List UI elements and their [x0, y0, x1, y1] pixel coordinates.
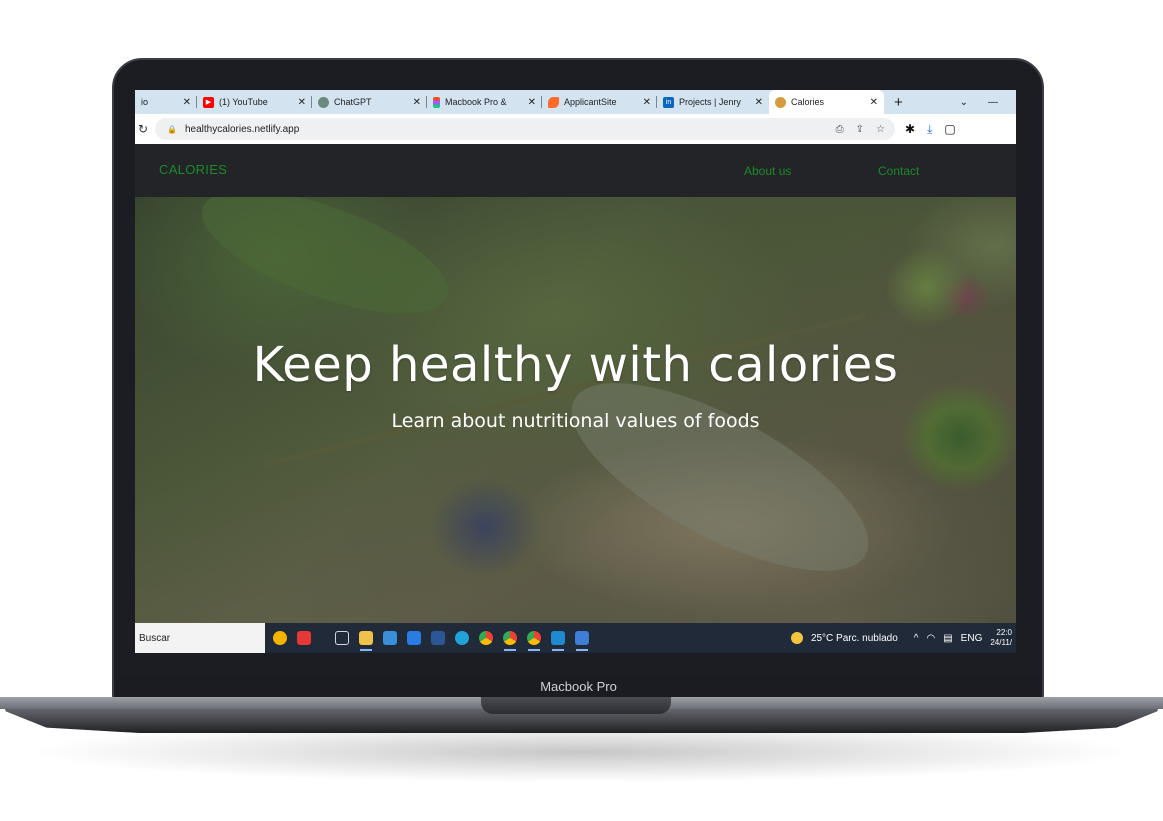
hero-section: Keep healthy with calories Learn about n… [135, 197, 1016, 623]
chrome-icon[interactable] [503, 631, 517, 651]
word-icon[interactable] [431, 631, 445, 645]
tab-youtube[interactable]: ▶ (1) YouTube ✕ [197, 90, 312, 114]
omnibox-actions: ⎙ ⇪ ☆ [836, 124, 895, 135]
tab-linkedin[interactable]: in Projects | Jenry ✕ [657, 90, 769, 114]
tab-title: Projects | Jenry [679, 97, 741, 107]
hero-subtitle: Learn about nutritional values of foods [391, 410, 760, 432]
device-label: Macbook Pro [540, 679, 617, 694]
linkedin-icon: in [663, 96, 674, 108]
share-icon[interactable]: ⇪ [856, 124, 864, 135]
browser-tab-bar: io ✕ ▶ (1) YouTube ✕ ChatGPT ✕ Macbook P… [135, 90, 1016, 114]
task-view-icon[interactable] [335, 631, 349, 645]
chrome-canary-icon[interactable] [479, 631, 493, 645]
laptop-screen: io ✕ ▶ (1) YouTube ✕ ChatGPT ✕ Macbook P… [135, 90, 1016, 653]
tab-title: Calories [791, 97, 825, 107]
hero-background-image [187, 197, 463, 339]
chrome-active-icon[interactable] [527, 631, 541, 651]
vscode-icon[interactable] [551, 631, 565, 651]
tab-figma[interactable]: Macbook Pro & ✕ [427, 90, 542, 114]
chatgpt-icon [318, 96, 329, 108]
tab-chatgpt[interactable]: ChatGPT ✕ [312, 90, 427, 114]
tab-io[interactable]: io ✕ [135, 90, 197, 114]
new-tab-icon[interactable]: + [894, 94, 903, 111]
tab-title: Macbook Pro & [445, 97, 507, 107]
tab-title: io [141, 97, 149, 107]
tab-calories[interactable]: Calories ✕ [769, 90, 884, 114]
window-controls: ⌄ — [960, 97, 1016, 108]
chevron-up-icon[interactable]: ^ [914, 633, 919, 644]
photos-icon[interactable] [575, 631, 589, 651]
figma-icon [433, 96, 440, 108]
calories-icon [775, 96, 786, 108]
notifications-icon[interactable]: ▤ [943, 633, 952, 644]
close-icon[interactable]: ✕ [643, 97, 651, 108]
side-panel-icon[interactable]: ▢ [944, 122, 955, 137]
file-explorer-icon[interactable] [359, 631, 373, 651]
site-navbar: CALORIES About us Contact [135, 144, 1016, 197]
chevron-down-icon[interactable]: ⌄ [960, 97, 968, 108]
close-icon[interactable]: ✕ [755, 97, 763, 108]
wifi-icon[interactable]: ◠ [926, 633, 935, 644]
weather-text[interactable]: 25°C Parc. nublado [811, 633, 898, 644]
store-icon[interactable] [383, 631, 397, 645]
close-icon[interactable]: ✕ [413, 97, 421, 108]
site-brand-logo[interactable]: CALORIES [159, 162, 227, 177]
weather-icon[interactable] [790, 632, 803, 644]
alarm-clock-icon[interactable] [273, 631, 287, 645]
bookmark-star-icon[interactable]: ☆ [876, 124, 885, 135]
edge-icon[interactable] [455, 631, 469, 645]
tab-title: (1) YouTube [219, 97, 268, 107]
close-icon[interactable]: ✕ [298, 97, 306, 108]
gift-icon[interactable] [297, 631, 311, 645]
tab-title: ApplicantSite [564, 97, 617, 107]
reload-icon[interactable]: ↻ [135, 122, 151, 136]
clock-time: 22:0 [996, 628, 1012, 637]
tab-applicantsite[interactable]: ApplicantSite ✕ [542, 90, 657, 114]
lock-icon[interactable]: 🔒 [167, 125, 177, 134]
close-icon[interactable]: ✕ [528, 97, 536, 108]
language-indicator[interactable]: ENG [961, 633, 983, 644]
close-icon[interactable]: ✕ [870, 97, 878, 108]
extensions-puzzle-icon[interactable]: ✱ [905, 122, 915, 137]
mail-icon[interactable] [407, 631, 421, 645]
hero-title: Keep healthy with calories [252, 337, 899, 393]
search-placeholder: Buscar [139, 632, 171, 644]
applicantsite-icon [548, 96, 559, 108]
close-icon[interactable]: ✕ [183, 97, 191, 108]
youtube-icon: ▶ [203, 96, 214, 108]
system-tray: 25°C Parc. nublado ^ ◠ ▤ ENG 22:0 24/11/ [790, 628, 1016, 648]
minimize-icon[interactable]: — [988, 97, 998, 108]
extensions-area: ✱ ⤓ ▢ [905, 122, 956, 137]
stage: io ✕ ▶ (1) YouTube ✕ ChatGPT ✕ Macbook P… [0, 0, 1163, 821]
translate-icon[interactable]: ⎙ [836, 124, 844, 135]
laptop-chin: Macbook Pro [116, 676, 1041, 698]
taskbar-apps [273, 631, 589, 651]
nav-link-contact[interactable]: Contact [878, 164, 919, 178]
url-field[interactable]: 🔒 healthycalories.netlify.app ⎙ ⇪ ☆ [155, 118, 895, 140]
tab-title: ChatGPT [334, 97, 372, 107]
clock[interactable]: 22:0 24/11/ [990, 628, 1012, 648]
clock-date: 24/11/ [990, 638, 1012, 647]
windows-taskbar: Buscar 25°C Parc. nublado ^ ◠ ▤ ENG 22:0… [135, 623, 1016, 653]
taskbar-search-input[interactable]: Buscar [135, 623, 265, 653]
download-icon[interactable]: ⤓ [927, 122, 932, 137]
browser-address-bar: ↻ 🔒 healthycalories.netlify.app ⎙ ⇪ ☆ ✱ … [135, 114, 1016, 144]
nav-link-about-us[interactable]: About us [744, 164, 791, 178]
laptop-notch [481, 697, 671, 714]
url-text: healthycalories.netlify.app [184, 123, 300, 135]
